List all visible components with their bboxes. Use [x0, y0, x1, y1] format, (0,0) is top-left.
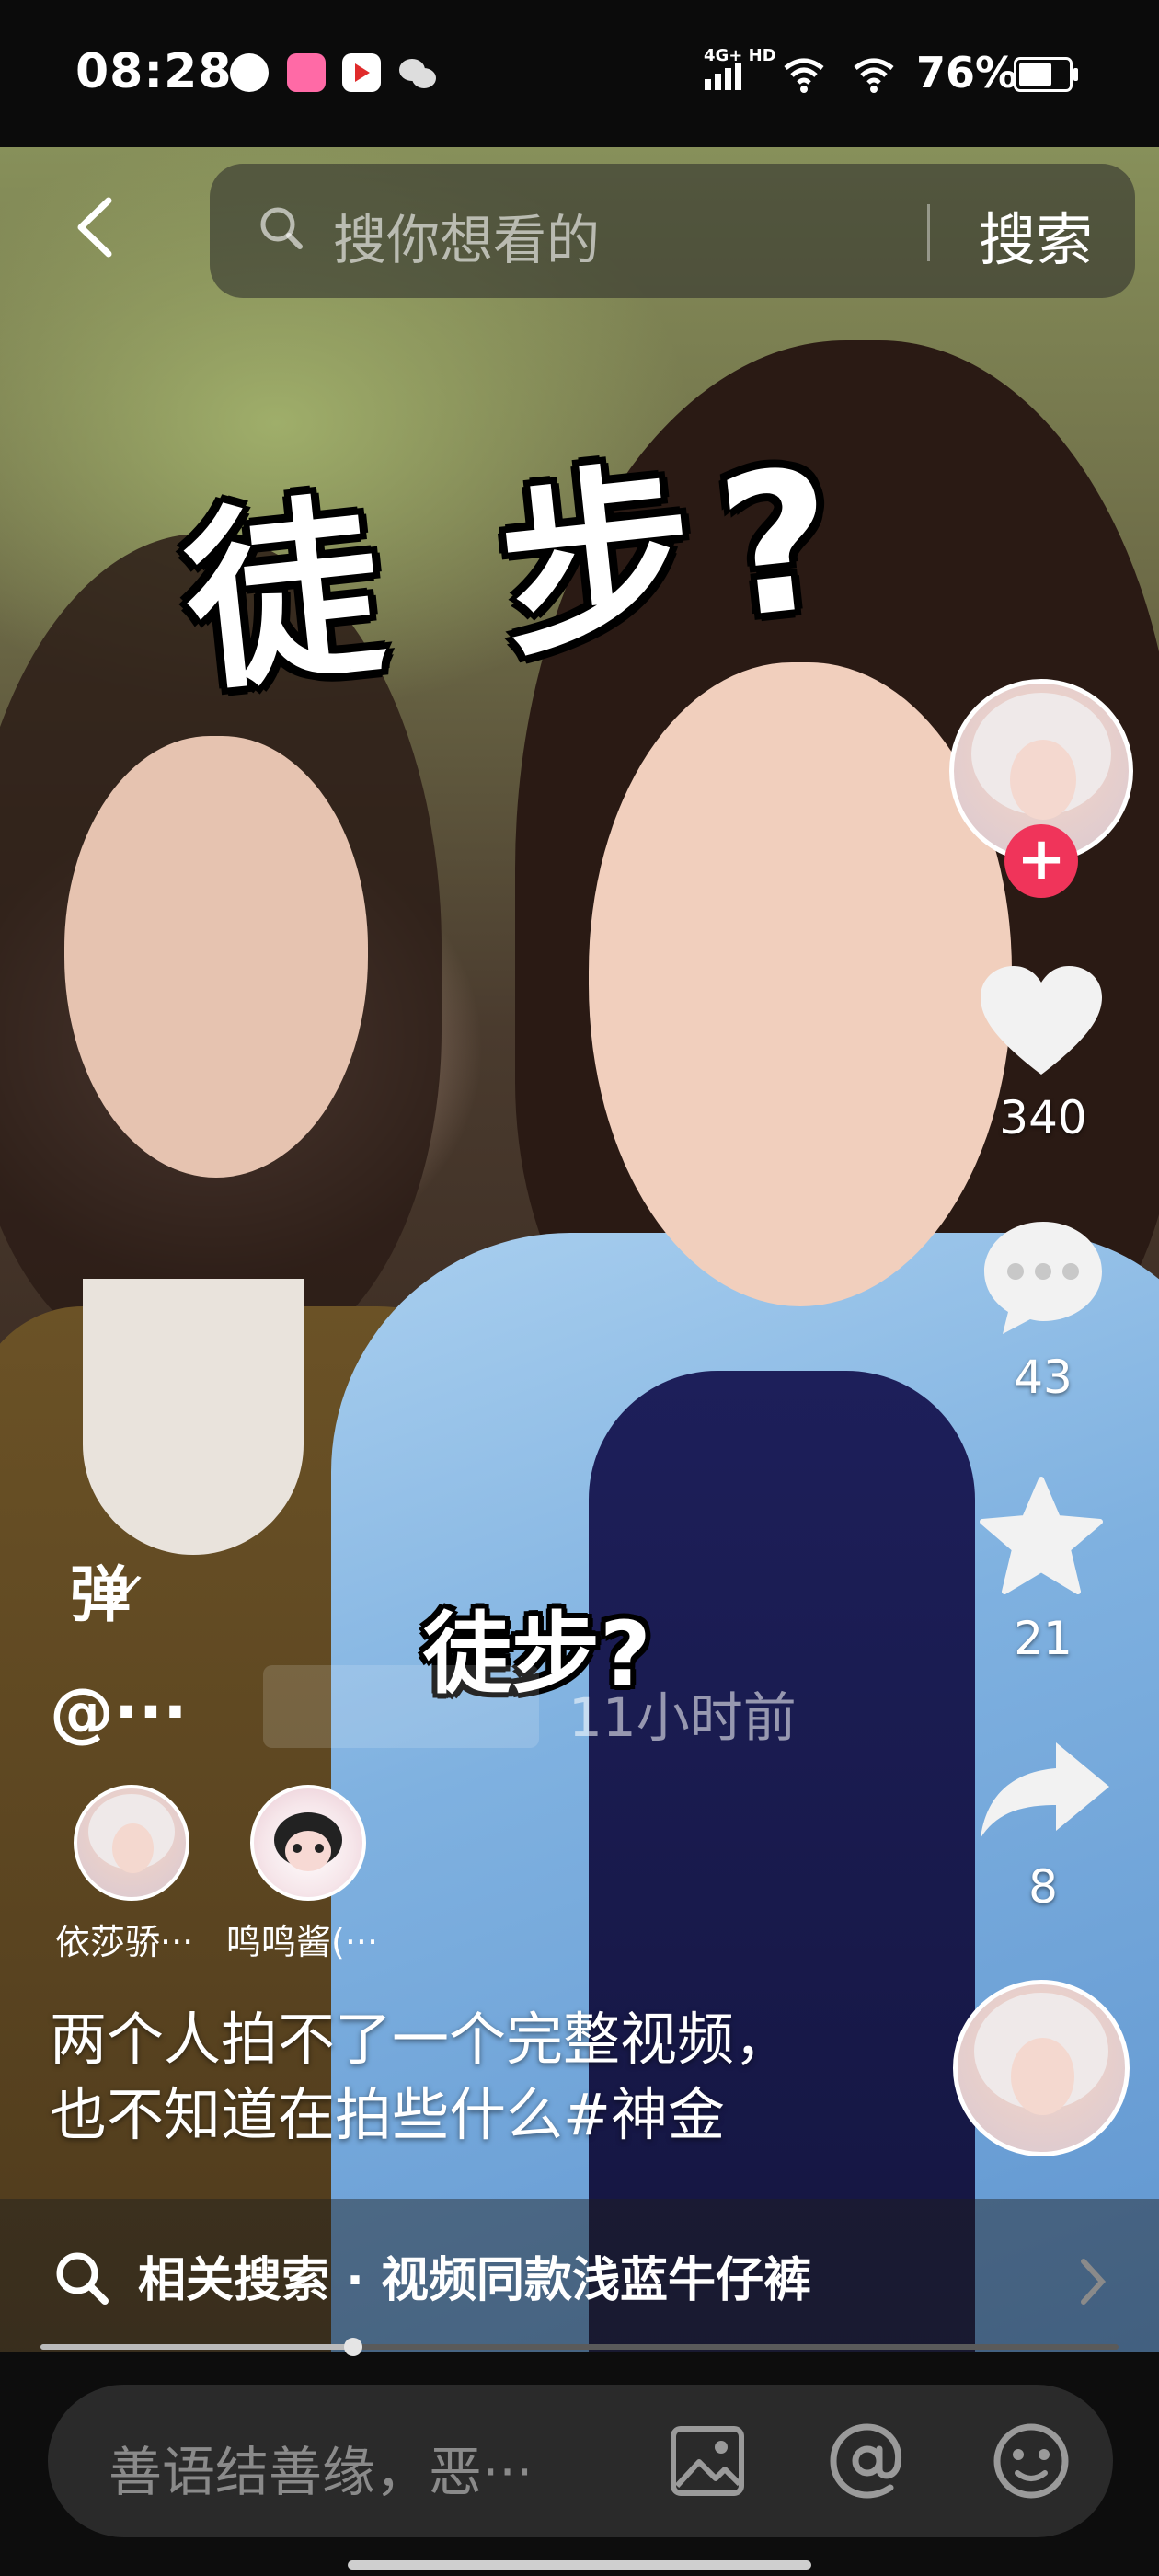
- timeago-highlight: [263, 1665, 539, 1748]
- follow-button[interactable]: +: [1004, 824, 1078, 898]
- back-icon[interactable]: [72, 195, 118, 259]
- search-button[interactable]: 搜索: [979, 193, 1093, 276]
- comment-count: 43: [1014, 1351, 1073, 1404]
- video-description[interactable]: 两个人拍不了一个完整视频， 也不知道在拍些什么#神金: [50, 2002, 878, 2153]
- related-search-text[interactable]: 相关搜索 · 视频同款浅蓝牛仔裤: [138, 2241, 811, 2310]
- chevron-right-icon[interactable]: [1074, 2254, 1111, 2309]
- comment-icon[interactable]: [979, 1216, 1107, 1340]
- like-count: 340: [999, 1091, 1087, 1144]
- share-icon[interactable]: [977, 1739, 1113, 1842]
- video-app-icon: [342, 53, 381, 92]
- post-time: 11小时前: [568, 1686, 797, 1749]
- wifi-icon-2: [854, 58, 894, 93]
- bilibili-icon: [287, 53, 326, 92]
- comment-placeholder: 善语结善缘，恶···: [109, 2441, 534, 2503]
- share-count: 8: [1028, 1860, 1058, 1914]
- battery-percent: 76%: [916, 48, 1018, 98]
- favorite-icon[interactable]: [977, 1476, 1106, 1599]
- description-line-2: 也不知道在拍些什么#神金: [50, 2081, 725, 2148]
- progress-fill: [40, 2344, 353, 2350]
- author-name[interactable]: @···: [50, 1674, 188, 1750]
- emoji-icon[interactable]: [990, 2420, 1073, 2502]
- video-progress-bar[interactable]: [40, 2338, 1119, 2356]
- image-icon[interactable]: [666, 2420, 749, 2502]
- mention-icon[interactable]: [826, 2420, 909, 2502]
- home-indicator[interactable]: [348, 2560, 811, 2570]
- like-icon[interactable]: [977, 962, 1106, 1082]
- related-search-icon: [56, 2252, 109, 2305]
- coauthor-name-2[interactable]: 鸣鸣酱(···: [226, 1914, 438, 1964]
- status-time: 08:28: [75, 44, 233, 99]
- coauthor-avatar-1[interactable]: [74, 1785, 189, 1901]
- status-bar: 08:28 4G+ HD 76%: [0, 0, 1159, 147]
- battery-icon: [1014, 57, 1078, 92]
- search-input[interactable]: 搜你想看的: [333, 197, 600, 274]
- music-disc-avatar[interactable]: [953, 1980, 1130, 2156]
- description-line-1: 两个人拍不了一个完整视频，: [50, 2006, 792, 2073]
- favorite-count: 21: [1014, 1612, 1073, 1665]
- progress-handle[interactable]: [343, 2338, 362, 2356]
- wechat-icon: [399, 53, 438, 92]
- search-divider: [927, 204, 930, 261]
- wifi-icon: [784, 58, 824, 93]
- coauthor-avatar-2[interactable]: [250, 1785, 366, 1901]
- message-icon: [230, 53, 269, 92]
- search-icon: [260, 207, 303, 249]
